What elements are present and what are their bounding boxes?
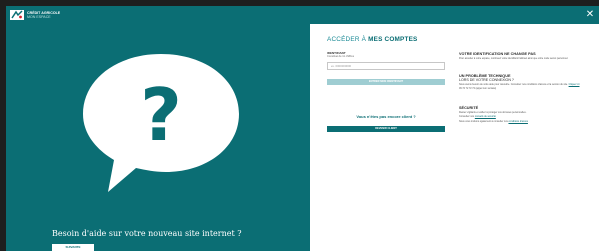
info-security-more: Nous vous invitons également à consulter… <box>459 120 589 123</box>
info-identification: VOTRE IDENTIFICATION NE CHANGE PAS Pour … <box>459 52 589 60</box>
logo-icon <box>10 10 24 20</box>
info-technical-text: Nous avons besoin de votre aide pour rés… <box>459 83 589 86</box>
info-identification-text: Pour accéder à votre espace, continuez v… <box>459 57 569 60</box>
logo-line2: MON ESPACE <box>27 15 51 19</box>
submit-id-button[interactable]: ENTRER MON IDENTIFIANT <box>327 79 445 85</box>
info-security-links: Consultez nos conseils de sécurité <box>459 115 589 118</box>
not-client-text: Vous n'êtes pas encore client ? <box>356 114 416 119</box>
id-hint: Constitué de 11 chiffres <box>327 55 355 58</box>
info-technical-subtitle: LORS DE VOTRE CONNEXION ? <box>459 78 514 82</box>
brand-logo[interactable]: CRÉDIT AGRICOLE MON ESPACE <box>10 9 60 21</box>
help-title: Besoin d'aide sur votre nouveau site int… <box>52 229 242 238</box>
svg-text:?: ? <box>140 73 182 157</box>
info-security: SÉCURITÉ Restez vigilants et veillez à p… <box>459 106 589 123</box>
login-title: ACCÉDER À MES COMPTES <box>327 36 418 43</box>
info-security-text: Restez vigilants et veillez à protéger v… <box>459 111 527 114</box>
become-client-button[interactable]: DEVENIR CLIENT <box>327 126 445 132</box>
info-security-prefix: Consultez nos <box>459 115 475 119</box>
security-tips-link[interactable]: conseils de sécurité <box>475 115 496 118</box>
info-security-title: SÉCURITÉ <box>459 106 479 110</box>
login-title-strong: MES COMPTES <box>368 36 418 43</box>
info-technical: UN PROBLÈME TECHNIQUE LORS DE VOTRE CONN… <box>459 74 589 91</box>
login-panel: ACCÉDER À MES COMPTES IDENTIFIANT Consti… <box>310 24 599 251</box>
login-title-prefix: ACCÉDER À <box>327 36 367 43</box>
info-technical-body: Nous avons besoin de votre aide pour rés… <box>459 83 568 86</box>
technical-help-link[interactable]: Cliquez ici <box>569 83 580 86</box>
logo-text: CRÉDIT AGRICOLE MON ESPACE <box>27 11 60 19</box>
help-panel: ? Besoin d'aide sur votre nouveau site i… <box>6 24 310 251</box>
close-icon[interactable]: ✕ <box>585 10 595 20</box>
app-window: CRÉDIT AGRICOLE MON ESPACE ✕ ? Besoin d'… <box>6 6 599 251</box>
question-bubble-icon: ? <box>83 54 239 192</box>
top-bar: CRÉDIT AGRICOLE MON ESPACE ✕ <box>6 6 599 24</box>
info-security-more-text: Nous vous invitons également à consulter… <box>459 119 508 123</box>
help-next-button[interactable]: SUIVANTE <box>52 244 94 251</box>
info-technical-phone: 09 72 72 72 72 (appel non surtaxé) <box>459 87 497 91</box>
id-input[interactable]: ex. 0000000000 <box>327 62 445 70</box>
access-conditions-link[interactable]: conditions d'accès <box>508 120 527 123</box>
info-identification-title: VOTRE IDENTIFICATION NE CHANGE PAS <box>459 52 536 56</box>
